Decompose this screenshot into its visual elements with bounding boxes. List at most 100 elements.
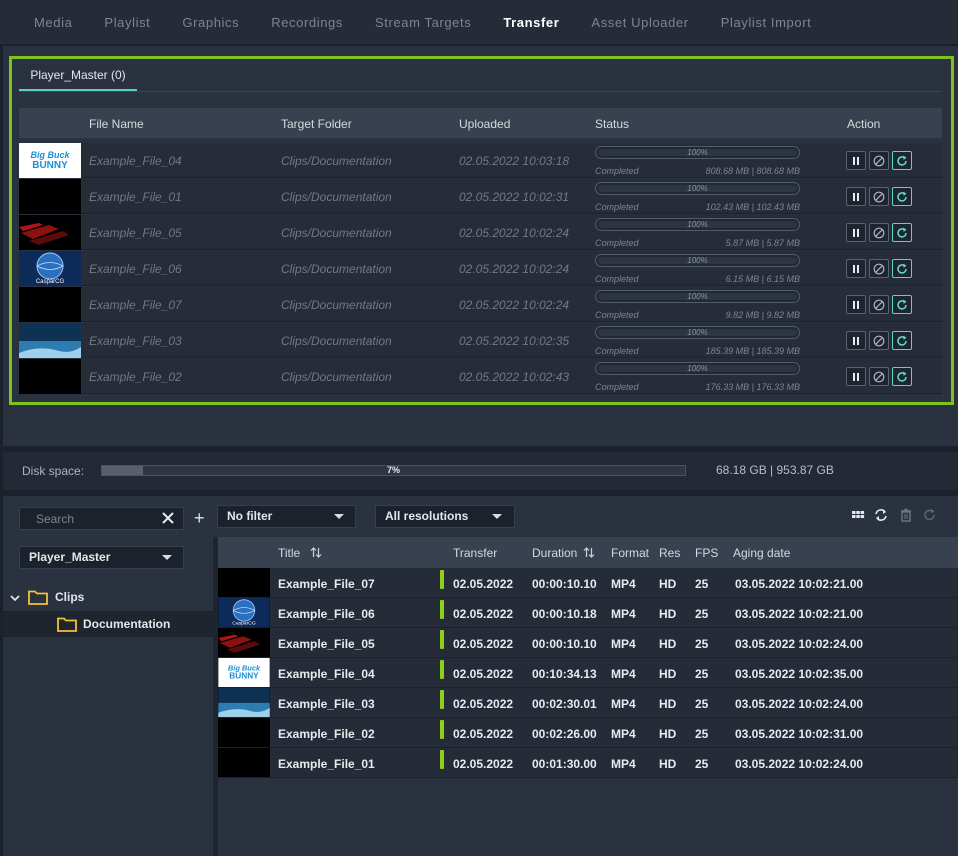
col-target-folder[interactable]: Target Folder xyxy=(281,117,352,131)
tab-recordings[interactable]: Recordings xyxy=(255,15,359,30)
transfer-date: 02.05.2022 xyxy=(453,607,514,621)
thumbnail xyxy=(218,568,270,597)
media-row[interactable]: Example_File_05 02.05.2022 00:00:10.10 M… xyxy=(218,628,958,658)
thumbnail: CasparCG xyxy=(218,598,270,627)
svg-text:CasparCG: CasparCG xyxy=(232,621,256,627)
resolution: HD xyxy=(659,757,677,771)
tab-playlist[interactable]: Playlist xyxy=(88,15,166,30)
tab-stream-targets[interactable]: Stream Targets xyxy=(359,15,487,30)
col-fps[interactable]: FPS xyxy=(695,546,718,560)
resolution-dropdown[interactable]: All resolutions xyxy=(375,505,515,528)
chevron-down-icon xyxy=(162,555,172,560)
pause-button[interactable] xyxy=(846,331,866,350)
format: MP4 xyxy=(611,697,636,711)
tab-playlist-import[interactable]: Playlist Import xyxy=(705,15,828,30)
retry-button[interactable] xyxy=(892,223,912,242)
transfer-size: 808.68 MB | 808.68 MB xyxy=(705,166,800,176)
format: MP4 xyxy=(611,637,636,651)
sync-icon[interactable] xyxy=(874,508,888,522)
progress-percent: 100% xyxy=(687,220,708,229)
col-file-name[interactable]: File Name xyxy=(89,117,144,131)
tab-asset-uploader[interactable]: Asset Uploader xyxy=(575,15,704,30)
transfer-status: Completed xyxy=(595,346,639,356)
media-row[interactable]: Example_File_03 02.05.2022 00:02:30.01 M… xyxy=(218,688,958,718)
resolution: HD xyxy=(659,577,677,591)
refresh-icon[interactable] xyxy=(923,508,937,522)
cancel-button[interactable] xyxy=(869,331,889,350)
add-icon[interactable]: + xyxy=(194,508,205,529)
close-icon[interactable] xyxy=(160,510,176,526)
media-row[interactable]: Example_File_01 02.05.2022 00:01:30.00 M… xyxy=(218,748,958,778)
media-row[interactable]: Example_File_07 02.05.2022 00:00:10.10 M… xyxy=(218,568,958,598)
cancel-button[interactable] xyxy=(869,151,889,170)
media-table-header: Title Transfer Duration Format Res FPS A… xyxy=(218,537,958,568)
fps: 25 xyxy=(695,757,709,771)
pause-button[interactable] xyxy=(846,295,866,314)
format: MP4 xyxy=(611,667,636,681)
transfer-row[interactable]: Example_File_07 Clips/Documentation 02.0… xyxy=(19,287,942,322)
row-actions xyxy=(846,223,912,242)
col-format[interactable]: Format xyxy=(611,546,649,560)
fps: 25 xyxy=(695,607,709,621)
tab-transfer[interactable]: Transfer xyxy=(487,15,575,30)
pause-button[interactable] xyxy=(846,223,866,242)
tab-player-master[interactable]: Player_Master (0) xyxy=(19,64,137,91)
media-row[interactable]: Big Buck BUNNY Example_File_04 02.05.202… xyxy=(218,658,958,688)
col-uploaded[interactable]: Uploaded xyxy=(459,117,510,131)
transfer-date: 02.05.2022 xyxy=(453,727,514,741)
cancel-button[interactable] xyxy=(869,367,889,386)
retry-button[interactable] xyxy=(892,367,912,386)
trash-icon[interactable] xyxy=(899,508,913,522)
col-status[interactable]: Status xyxy=(595,117,629,131)
transfer-row[interactable]: Example_File_02 Clips/Documentation 02.0… xyxy=(19,359,942,394)
cancel-button[interactable] xyxy=(869,223,889,242)
media-row[interactable]: CasparCG Example_File_06 02.05.2022 00:0… xyxy=(218,598,958,628)
pause-button[interactable] xyxy=(846,259,866,278)
folder-pane xyxy=(3,537,213,856)
transfer-row[interactable]: Big Buck BUNNY Example_File_04 Clips/Doc… xyxy=(19,143,942,178)
duration: 00:02:26.00 xyxy=(532,727,597,741)
retry-button[interactable] xyxy=(892,259,912,278)
col-res[interactable]: Res xyxy=(659,546,680,560)
uploaded-time: 02.05.2022 10:02:24 xyxy=(459,226,570,240)
duration: 00:01:30.00 xyxy=(532,757,597,771)
svg-text:BUNNY: BUNNY xyxy=(229,672,259,681)
retry-button[interactable] xyxy=(892,151,912,170)
disk-usage-text: 68.18 GB | 953.87 GB xyxy=(716,463,834,477)
transfer-row[interactable]: Example_File_05 Clips/Documentation 02.0… xyxy=(19,215,942,250)
transfer-status: Completed xyxy=(595,310,639,320)
tree-item-clips[interactable]: Clips xyxy=(55,590,84,604)
pause-button[interactable] xyxy=(846,367,866,386)
sort-icon[interactable] xyxy=(310,546,322,559)
svg-text:CasparCG: CasparCG xyxy=(36,279,65,285)
col-aging-date[interactable]: Aging date xyxy=(733,546,790,560)
tab-graphics[interactable]: Graphics xyxy=(166,15,255,30)
media-row[interactable]: Example_File_02 02.05.2022 00:02:26.00 M… xyxy=(218,718,958,748)
pause-button[interactable] xyxy=(846,187,866,206)
tree-item-documentation[interactable]: Documentation xyxy=(83,617,170,631)
retry-button[interactable] xyxy=(892,331,912,350)
col-action[interactable]: Action xyxy=(847,117,880,131)
transfer-status: Completed xyxy=(595,382,639,392)
transfer-row[interactable]: Example_File_01 Clips/Documentation 02.0… xyxy=(19,179,942,214)
cancel-button[interactable] xyxy=(869,259,889,278)
col-title[interactable]: Title xyxy=(278,546,300,560)
tab-media[interactable]: Media xyxy=(18,15,88,30)
filter-dropdown[interactable]: No filter xyxy=(217,505,356,528)
player-dropdown[interactable]: Player_Master xyxy=(19,546,184,569)
cancel-button[interactable] xyxy=(869,187,889,206)
chevron-down-icon[interactable] xyxy=(9,592,21,604)
transfer-row[interactable]: CasparCG Example_File_06 Clips/Documenta… xyxy=(19,251,942,286)
col-transfer[interactable]: Transfer xyxy=(453,546,497,560)
disk-usage-track: 7% xyxy=(101,465,686,476)
col-duration[interactable]: Duration xyxy=(532,546,577,560)
pause-icon xyxy=(853,192,859,201)
retry-button[interactable] xyxy=(892,187,912,206)
transfer-row[interactable]: Example_File_03 Clips/Documentation 02.0… xyxy=(19,323,942,358)
transfer-date: 02.05.2022 xyxy=(453,697,514,711)
sort-icon[interactable] xyxy=(583,546,595,559)
grid-view-icon[interactable] xyxy=(851,508,865,522)
retry-button[interactable] xyxy=(892,295,912,314)
cancel-button[interactable] xyxy=(869,295,889,314)
pause-button[interactable] xyxy=(846,151,866,170)
